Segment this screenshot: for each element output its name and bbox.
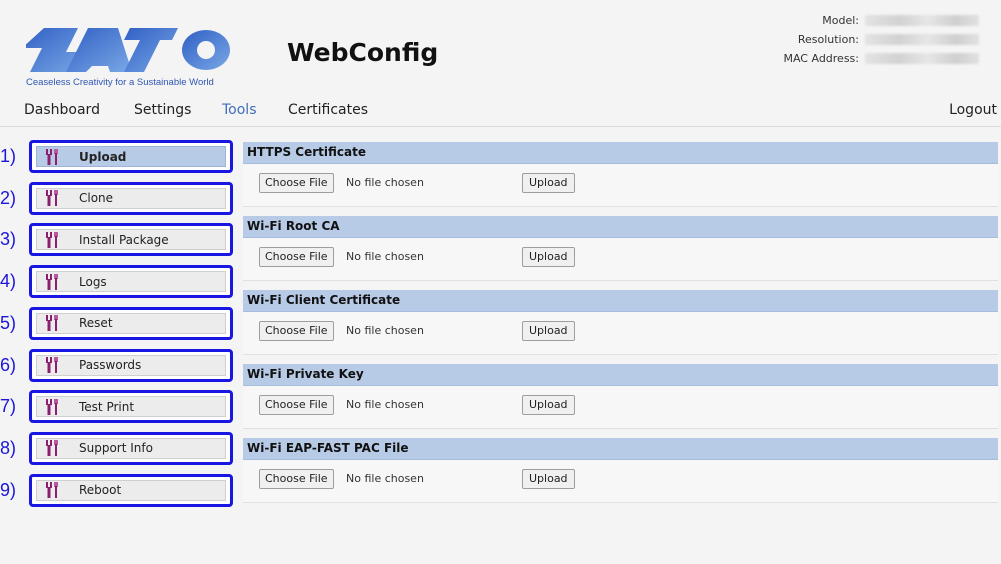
file-status: No file chosen [346,176,424,189]
tools-icon [46,148,58,165]
file-picker-row: Choose File No file chosen Upload [243,312,998,355]
step-number: 2) [0,187,17,208]
nav-settings[interactable]: Settings [134,102,191,118]
main-nav: Dashboard Settings Tools Certificates Lo… [0,100,1001,127]
sidebar-item-inner: Reboot [36,479,226,501]
model-value-redacted [865,15,979,26]
file-picker-row: Choose File No file chosen Upload [243,238,998,281]
section-title: Wi-Fi EAP-FAST PAC File [243,438,998,460]
upload-button[interactable]: Upload [522,173,575,193]
sato-logo-mark [26,28,230,72]
choose-file-button[interactable]: Choose File [259,395,334,415]
tools-icon [46,231,58,248]
tools-icon [46,315,58,332]
file-status: No file chosen [346,324,424,337]
nav-tools[interactable]: Tools [222,102,257,118]
sidebar-item-test-print[interactable]: Test Print [29,390,233,424]
sato-logo: Ceaseless Creativity for a Sustainable W… [26,26,266,88]
step-number: 4) [0,271,17,292]
mac-row: MAC Address: [739,49,979,68]
upload-button[interactable]: Upload [522,321,575,341]
sidebar-item-inner: Logs [36,271,226,293]
upload-section: HTTPS Certificate Choose File No file chos… [243,142,998,207]
upload-button[interactable]: Upload [522,247,575,267]
file-picker-row: Choose File No file chosen Upload [243,386,998,429]
tools-icon [46,398,58,415]
upload-section: Wi-Fi EAP-FAST PAC File Choose File No fil… [243,438,998,503]
sidebar-item-label: Install Package [79,232,169,247]
section-title: Wi-Fi Private Key [243,364,998,386]
sidebar-item-inner: Reset [36,312,226,334]
choose-file-button[interactable]: Choose File [259,173,334,193]
nav-dashboard[interactable]: Dashboard [24,102,100,118]
resolution-label: Resolution: [797,33,859,46]
upload-section: Wi-Fi Client Certificate Choose File No fi… [243,290,998,355]
section-title: Wi-Fi Client Certificate [243,290,998,312]
file-picker-row: Choose File No file chosen Upload [243,460,998,503]
sidebar-item-inner: Support Info [36,437,226,459]
file-status: No file chosen [346,250,424,263]
choose-file-button[interactable]: Choose File [259,321,334,341]
file-status: No file chosen [346,472,424,485]
model-row: Model: [739,11,979,30]
resolution-value-redacted [865,34,979,45]
sidebar-item-label: Logs [79,274,107,289]
sidebar-item-label: Test Print [79,399,135,414]
choose-file-button[interactable]: Choose File [259,469,334,489]
upload-button[interactable]: Upload [522,395,575,415]
sidebar-item-inner: Test Print [36,396,226,418]
choose-file-button[interactable]: Choose File [259,247,334,267]
section-title: Wi-Fi Root CA [243,216,998,238]
sidebar-item-label: Reboot [79,483,122,498]
upload-section: Wi-Fi Private Key Choose File No file chos… [243,364,998,429]
sidebar-item-inner: Passwords [36,354,226,376]
section-title: HTTPS Certificate [243,142,998,164]
mac-label: MAC Address: [783,52,859,65]
sidebar-item-label: Upload [79,149,127,164]
sidebar-item-clone[interactable]: Clone [29,181,233,215]
page-header: Ceaseless Creativity for a Sustainable W… [0,0,1001,92]
tools-icon [46,440,58,457]
tools-icon [46,273,58,290]
sidebar-item-label: Reset [79,316,113,331]
step-number: 3) [0,229,17,250]
sidebar-item-label: Passwords [79,358,142,372]
step-number: 6) [0,354,17,375]
tools-icon [46,357,58,373]
sidebar-item-install-package[interactable]: Install Package [29,223,233,257]
sidebar-item-upload[interactable]: Upload [29,140,233,173]
sidebar-item-reset[interactable]: Reset [29,306,233,340]
sidebar-item-support-info[interactable]: Support Info [29,431,233,465]
sidebar-item-inner: Upload [36,146,226,167]
tools-icon [46,190,58,207]
sidebar-item-reboot[interactable]: Reboot [29,473,233,507]
model-label: Model: [822,14,859,27]
step-number: 8) [0,437,17,458]
sidebar-item-logs[interactable]: Logs [29,265,233,299]
sidebar-item-passwords[interactable]: Passwords [29,348,233,382]
resolution-row: Resolution: [739,30,979,49]
step-number: 1) [0,146,17,166]
step-number: 7) [0,396,17,417]
nav-certificates[interactable]: Certificates [288,102,368,118]
sidebar-item-inner: Clone [36,187,226,209]
upload-section: Wi-Fi Root CA Choose File No file chosen Up… [243,216,998,281]
step-number: 5) [0,312,17,333]
device-info: Model: Resolution: MAC Address: [739,11,979,68]
logout-link[interactable]: Logout [949,102,997,118]
file-status: No file chosen [346,398,424,411]
file-picker-row: Choose File No file chosen Upload [243,164,998,207]
logo-tagline: Ceaseless Creativity for a Sustainable W… [26,77,214,88]
step-number: 9) [0,479,17,500]
upload-button[interactable]: Upload [522,469,575,489]
app-title: WebConfig [287,38,439,67]
sidebar-item-inner: Install Package [36,229,226,251]
tools-icon [46,482,58,499]
sidebar-item-label: Clone [79,191,114,206]
sidebar-item-label: Support Info [79,441,153,456]
mac-value-redacted [865,53,979,64]
